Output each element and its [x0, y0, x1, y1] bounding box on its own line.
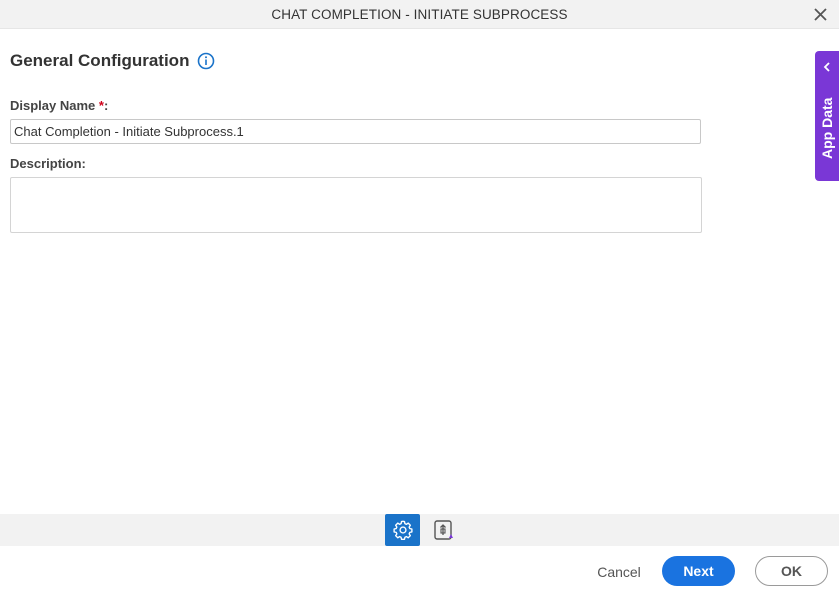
bottom-toolbar	[0, 514, 839, 546]
close-icon[interactable]	[812, 6, 829, 23]
ok-button[interactable]: OK	[755, 556, 828, 586]
gear-icon	[392, 520, 413, 541]
description-textarea[interactable]	[10, 177, 702, 233]
section-header: General Configuration	[10, 51, 710, 71]
app-data-panel-tab[interactable]: App Data	[815, 51, 839, 181]
dialog-footer: Cancel Next OK	[0, 546, 839, 594]
next-button[interactable]: Next	[662, 556, 735, 586]
cancel-button[interactable]: Cancel	[588, 557, 650, 586]
form-content: General Configuration Display Name *: De…	[10, 29, 710, 233]
chevron-left-icon	[823, 62, 830, 72]
app-data-tab-button[interactable]	[426, 514, 461, 546]
section-title: General Configuration	[10, 51, 190, 70]
app-data-label: App Data	[819, 97, 835, 159]
display-name-input[interactable]	[10, 119, 701, 144]
dialog-titlebar: CHAT COMPLETION - INITIATE SUBPROCESS	[0, 0, 839, 29]
settings-tab-button[interactable]	[385, 514, 420, 546]
dialog-title: CHAT COMPLETION - INITIATE SUBPROCESS	[271, 6, 568, 22]
dialog: CHAT COMPLETION - INITIATE SUBPROCESS Ge…	[0, 0, 839, 594]
display-name-label: Display Name *:	[10, 98, 109, 113]
description-label: Description:	[10, 156, 86, 171]
data-document-icon	[433, 520, 453, 540]
info-icon[interactable]	[197, 52, 215, 70]
